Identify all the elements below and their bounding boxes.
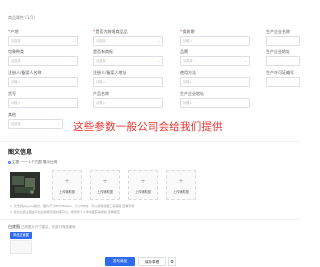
attributes-section-label: 商品属性 (1/1) <box>8 15 35 20</box>
field-label-brand: 品牌 <box>180 49 188 54</box>
field-label-trademark: 是否有商标 <box>93 49 113 54</box>
copy-icon[interactable]: ⧉ <box>168 257 176 266</box>
manufacturer-input[interactable] <box>266 36 300 46</box>
save-draft-button[interactable]: 保存草稿 <box>138 257 166 266</box>
origin-select[interactable]: 请选择 ⌄ <box>8 36 78 46</box>
front-image-tag[interactable]: 商品正面图 <box>10 232 32 239</box>
chevron-down-icon: ⌄ <box>157 59 160 63</box>
field-label-manufacturer-address: 生产企业地址 <box>266 49 290 54</box>
registrant-name-input[interactable]: 请输入 <box>8 77 78 87</box>
chevron-down-icon: ⌄ <box>157 39 160 43</box>
packaging-select[interactable]: 请选择 ⌄ <box>8 56 78 66</box>
cross-border-select[interactable]: 请选择 ⌄ <box>93 36 163 46</box>
upload-label: 上传辅助图 <box>97 190 113 194</box>
license-number-input[interactable] <box>266 77 300 87</box>
chevron-down-icon: ⌄ <box>57 122 60 126</box>
field-label-sku: 货号 <box>8 91 16 96</box>
field-label-registrant-address: 注册人/备案人地址 <box>93 70 127 75</box>
field-label-shelf-life: *保质期 <box>180 29 195 34</box>
chevron-down-icon: ⌄ <box>244 59 247 63</box>
plus-icon: + <box>178 178 184 185</box>
upload-auxiliary-image-2[interactable]: + 上传辅助图 <box>90 170 120 200</box>
plus-icon: + <box>140 178 146 185</box>
field-label-packaging: 包装种类 <box>8 49 24 54</box>
upload-auxiliary-image-4[interactable]: + 上传辅助图 <box>166 170 196 200</box>
main-image-radio[interactable]: 主图 一一 1个方图 展示比例 <box>8 160 57 165</box>
manufacturer-address-input[interactable] <box>266 56 300 66</box>
upload-auxiliary-image-3[interactable]: + 上传辅助图 <box>128 170 158 200</box>
radio-icon <box>8 160 11 164</box>
chevron-down-icon: ⌄ <box>72 59 75 63</box>
product-name-input[interactable]: 请输入 <box>93 98 163 108</box>
registrant-address-input[interactable]: 请输入 <box>93 77 163 87</box>
field-label-license-number: 生产许可证编号 <box>266 70 294 75</box>
field-label-manufacturer: 生产企业名称 <box>266 29 290 34</box>
field-label-other: 其他 <box>8 112 16 117</box>
shelf-life-input[interactable]: 请输入 <box>180 36 250 46</box>
usage-input[interactable]: 请输入 <box>180 77 250 87</box>
section-divider <box>0 219 300 220</box>
white-bg-section-title: 白底图 白底图片尺寸建议，仅部分商品使用 <box>8 224 76 229</box>
sku-input[interactable]: 请输入 <box>8 98 78 108</box>
image-tip-2: 2. 建议白底主图由平台自动规范素材库可以，搜索整个人申请图获得授权 查看规范 <box>10 210 120 214</box>
upload-label: 上传辅助图 <box>59 190 75 194</box>
plus-icon: + <box>64 178 70 185</box>
image-section-title: 图文信息 <box>8 149 33 156</box>
photo-thumbnail-icon <box>10 172 40 198</box>
field-label-registrant-name: 注册人/备案人名称 <box>8 70 42 75</box>
plus-icon: + <box>102 178 108 185</box>
image-tip-1: 1. 仅支持jpg,png格式，图片尺寸800*800px，大小5M内，可以使用… <box>10 204 135 208</box>
other-select[interactable]: 请选择 ⌄ <box>8 119 63 129</box>
section-divider <box>0 141 300 142</box>
red-annotation-text: 这些参数一般公司会给我们提供 <box>73 121 223 133</box>
field-label-cross-border: *是否为跨境商品品 <box>93 29 128 34</box>
white-bg-image-slot[interactable] <box>10 240 32 254</box>
upload-label: 上传辅助图 <box>173 190 189 194</box>
upload-auxiliary-image-1[interactable]: + 上传辅助图 <box>52 170 82 200</box>
production-address-input[interactable]: 请输入 <box>180 98 250 108</box>
publish-button[interactable]: 发布商品 <box>105 257 135 266</box>
field-label-usage: 使用方法 <box>180 70 196 75</box>
field-label-product-name: 产品名称 <box>93 91 109 96</box>
uploaded-product-photo[interactable] <box>10 172 40 198</box>
field-label-production-address: 生产企业地址 <box>180 91 204 96</box>
upload-label: 上传辅助图 <box>135 190 151 194</box>
product-edit-page: 商品属性 (1/1) *产地 请选择 ⌄ *是否为跨境商品品 请选择 ⌄ *保质期 … <box>0 0 300 267</box>
chevron-down-icon: ⌄ <box>72 39 75 43</box>
field-label-origin: *产地 <box>8 29 19 34</box>
trademark-select[interactable]: 请选择 ⌄ <box>93 56 163 66</box>
brand-select[interactable]: 请选择 ⌄ <box>180 56 250 66</box>
